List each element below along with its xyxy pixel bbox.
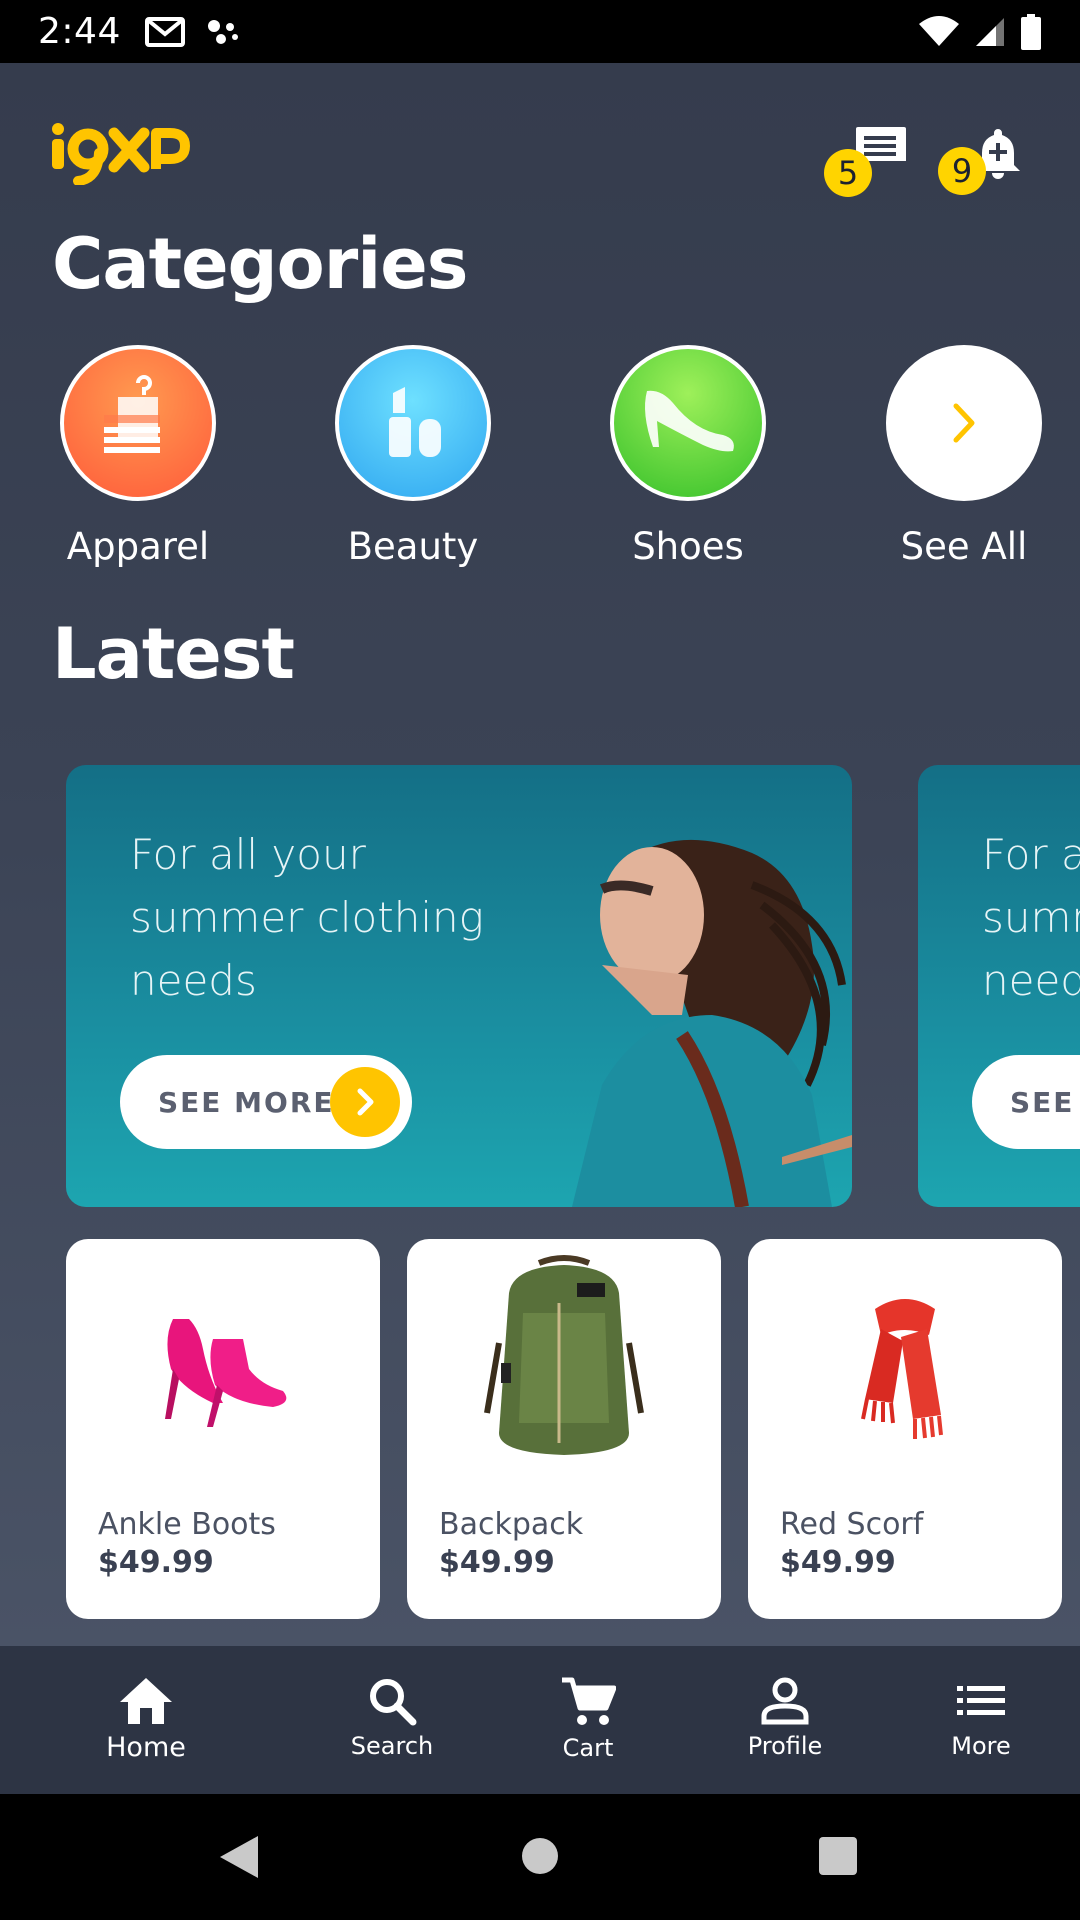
status-time: 2:44 [38, 11, 121, 52]
messages-badge: 5 [824, 149, 872, 197]
apparel-icon [60, 345, 216, 501]
banner-line: sumn [982, 893, 1080, 942]
nav-label: Cart [562, 1734, 614, 1762]
nav-label: Profile [747, 1732, 823, 1760]
category-label: Shoes [632, 525, 744, 568]
see-more-label: SEE M [1010, 1085, 1080, 1119]
category-shoes[interactable]: Shoes [588, 345, 788, 568]
promo-banner[interactable]: For all your summer clothing needs SEE M… [66, 765, 852, 1207]
notifications-badge: 9 [938, 147, 986, 195]
home-icon [120, 1678, 172, 1724]
back-icon[interactable] [216, 1832, 262, 1882]
chevron-right-icon [330, 1067, 400, 1137]
signal-icon [976, 17, 1004, 46]
logo-icon [52, 123, 190, 186]
product-card[interactable]: Backpack $49.99 [407, 1239, 721, 1619]
promo-banner[interactable]: For al sumn needs SEE M [918, 765, 1080, 1207]
cart-icon [562, 1677, 616, 1725]
banner-line: For all your [130, 830, 366, 879]
category-label: See All [900, 525, 1028, 568]
gmail-icon [144, 16, 185, 47]
list-icon [957, 1686, 1005, 1715]
see-more-button[interactable]: SEE MORE [120, 1055, 412, 1149]
product-price: $49.99 [98, 1545, 214, 1580]
category-apparel[interactable]: Apparel [38, 345, 238, 568]
banner-text: For al sumn needs [982, 823, 1080, 1012]
search-icon [370, 1679, 417, 1726]
product-price: $49.99 [439, 1545, 555, 1580]
status-notifications [144, 16, 241, 48]
latest-title: Latest [52, 613, 295, 695]
scarf-image [748, 1269, 1062, 1469]
backpack-image [407, 1253, 721, 1463]
banner-line: For al [982, 830, 1080, 879]
app-logo [50, 119, 190, 189]
product-name: Ankle Boots [98, 1507, 276, 1542]
notifications-button[interactable]: 9 [938, 123, 1038, 195]
woman-photo [572, 839, 852, 1207]
category-see-all[interactable]: See All [864, 345, 1064, 568]
recents-icon[interactable] [818, 1836, 858, 1876]
product-price: $49.99 [780, 1545, 896, 1580]
lipstick-icon [335, 345, 491, 501]
product-name: Red Scorf [780, 1507, 924, 1542]
nav-home[interactable]: Home [56, 1646, 236, 1794]
nav-label: Home [106, 1732, 186, 1763]
see-more-label: SEE MORE [158, 1085, 335, 1119]
nav-label: Search [350, 1732, 434, 1760]
profile-icon [761, 1677, 809, 1725]
chevron-right-icon [886, 345, 1042, 501]
product-name: Backpack [439, 1507, 584, 1542]
high-heel-icon [610, 345, 766, 501]
system-navigation-bar [0, 1794, 1080, 1920]
assistant-dots-icon [207, 19, 238, 44]
banner-line: needs [130, 956, 257, 1005]
categories-title: Categories [52, 223, 468, 305]
status-bar: 2:44 [0, 0, 1080, 63]
home-circle-icon[interactable] [520, 1836, 560, 1876]
nav-label: More [951, 1732, 1011, 1760]
wifi-icon [919, 15, 959, 46]
nav-more[interactable]: More [891, 1646, 1071, 1794]
product-card[interactable]: Red Scorf $49.99 [748, 1239, 1062, 1619]
category-label: Beauty [347, 525, 479, 568]
product-card[interactable]: Ankle Boots $49.99 [66, 1239, 380, 1619]
ankle-boots-image [66, 1269, 380, 1469]
battery-icon [1021, 13, 1041, 50]
app-screen: 5 9 Categories Apparel Beauty Shoes See … [0, 63, 1080, 1646]
banner-text: For all your summer clothing needs [130, 823, 484, 1012]
see-more-button[interactable]: SEE M [972, 1055, 1080, 1149]
nav-profile[interactable]: Profile [695, 1646, 875, 1794]
banner-line: needs [982, 956, 1080, 1005]
bottom-navigation: Home Search Cart Profile More [0, 1646, 1080, 1794]
messages-button[interactable]: 5 [824, 125, 922, 197]
category-beauty[interactable]: Beauty [313, 345, 513, 568]
nav-cart[interactable]: Cart [498, 1646, 678, 1794]
category-label: Apparel [66, 525, 210, 568]
banner-line: summer clothing [130, 893, 484, 942]
nav-search[interactable]: Search [302, 1646, 482, 1794]
